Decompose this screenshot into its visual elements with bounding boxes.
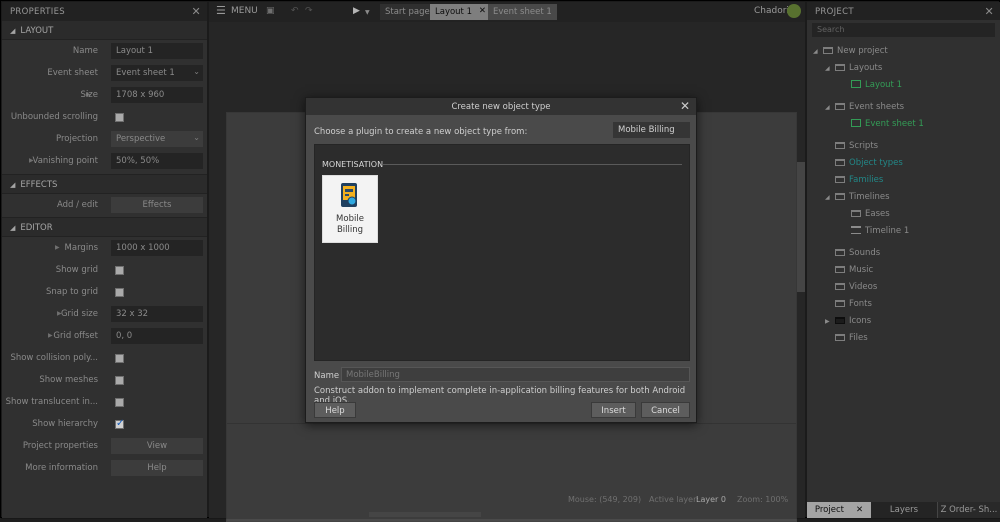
plugin-list[interactable]: MONETISATION Mobile Billing [314,144,690,361]
help-button[interactable]: Help [314,402,356,418]
plugin-label: Mobile Billing [336,214,364,235]
plugin-mobile-billing[interactable]: Mobile Billing [322,175,378,243]
object-name-input[interactable]: MobileBilling [341,367,690,382]
plugin-description: Construct addon to implement complete in… [314,386,686,406]
dialog-header: Create new object type ✕ [306,98,696,115]
selected-plugin-field[interactable]: Mobile Billing [613,122,690,138]
create-object-dialog: Create new object type ✕ Choose a plugin… [305,97,697,423]
cancel-button[interactable]: Cancel [641,402,690,418]
category-divider [382,164,682,165]
insert-button[interactable]: Insert [591,402,636,418]
app-window: PROPERTIES ✕ ◢ LAYOUT Name Layout 1 Event … [0,0,1000,522]
mobile-billing-icon [341,183,357,207]
close-icon[interactable]: ✕ [680,99,690,113]
category-heading: MONETISATION [322,160,384,169]
name-label: Name [314,371,340,381]
dialog-title: Create new object type [451,102,551,112]
choose-plugin-text: Choose a plugin to create a new object t… [314,127,528,137]
